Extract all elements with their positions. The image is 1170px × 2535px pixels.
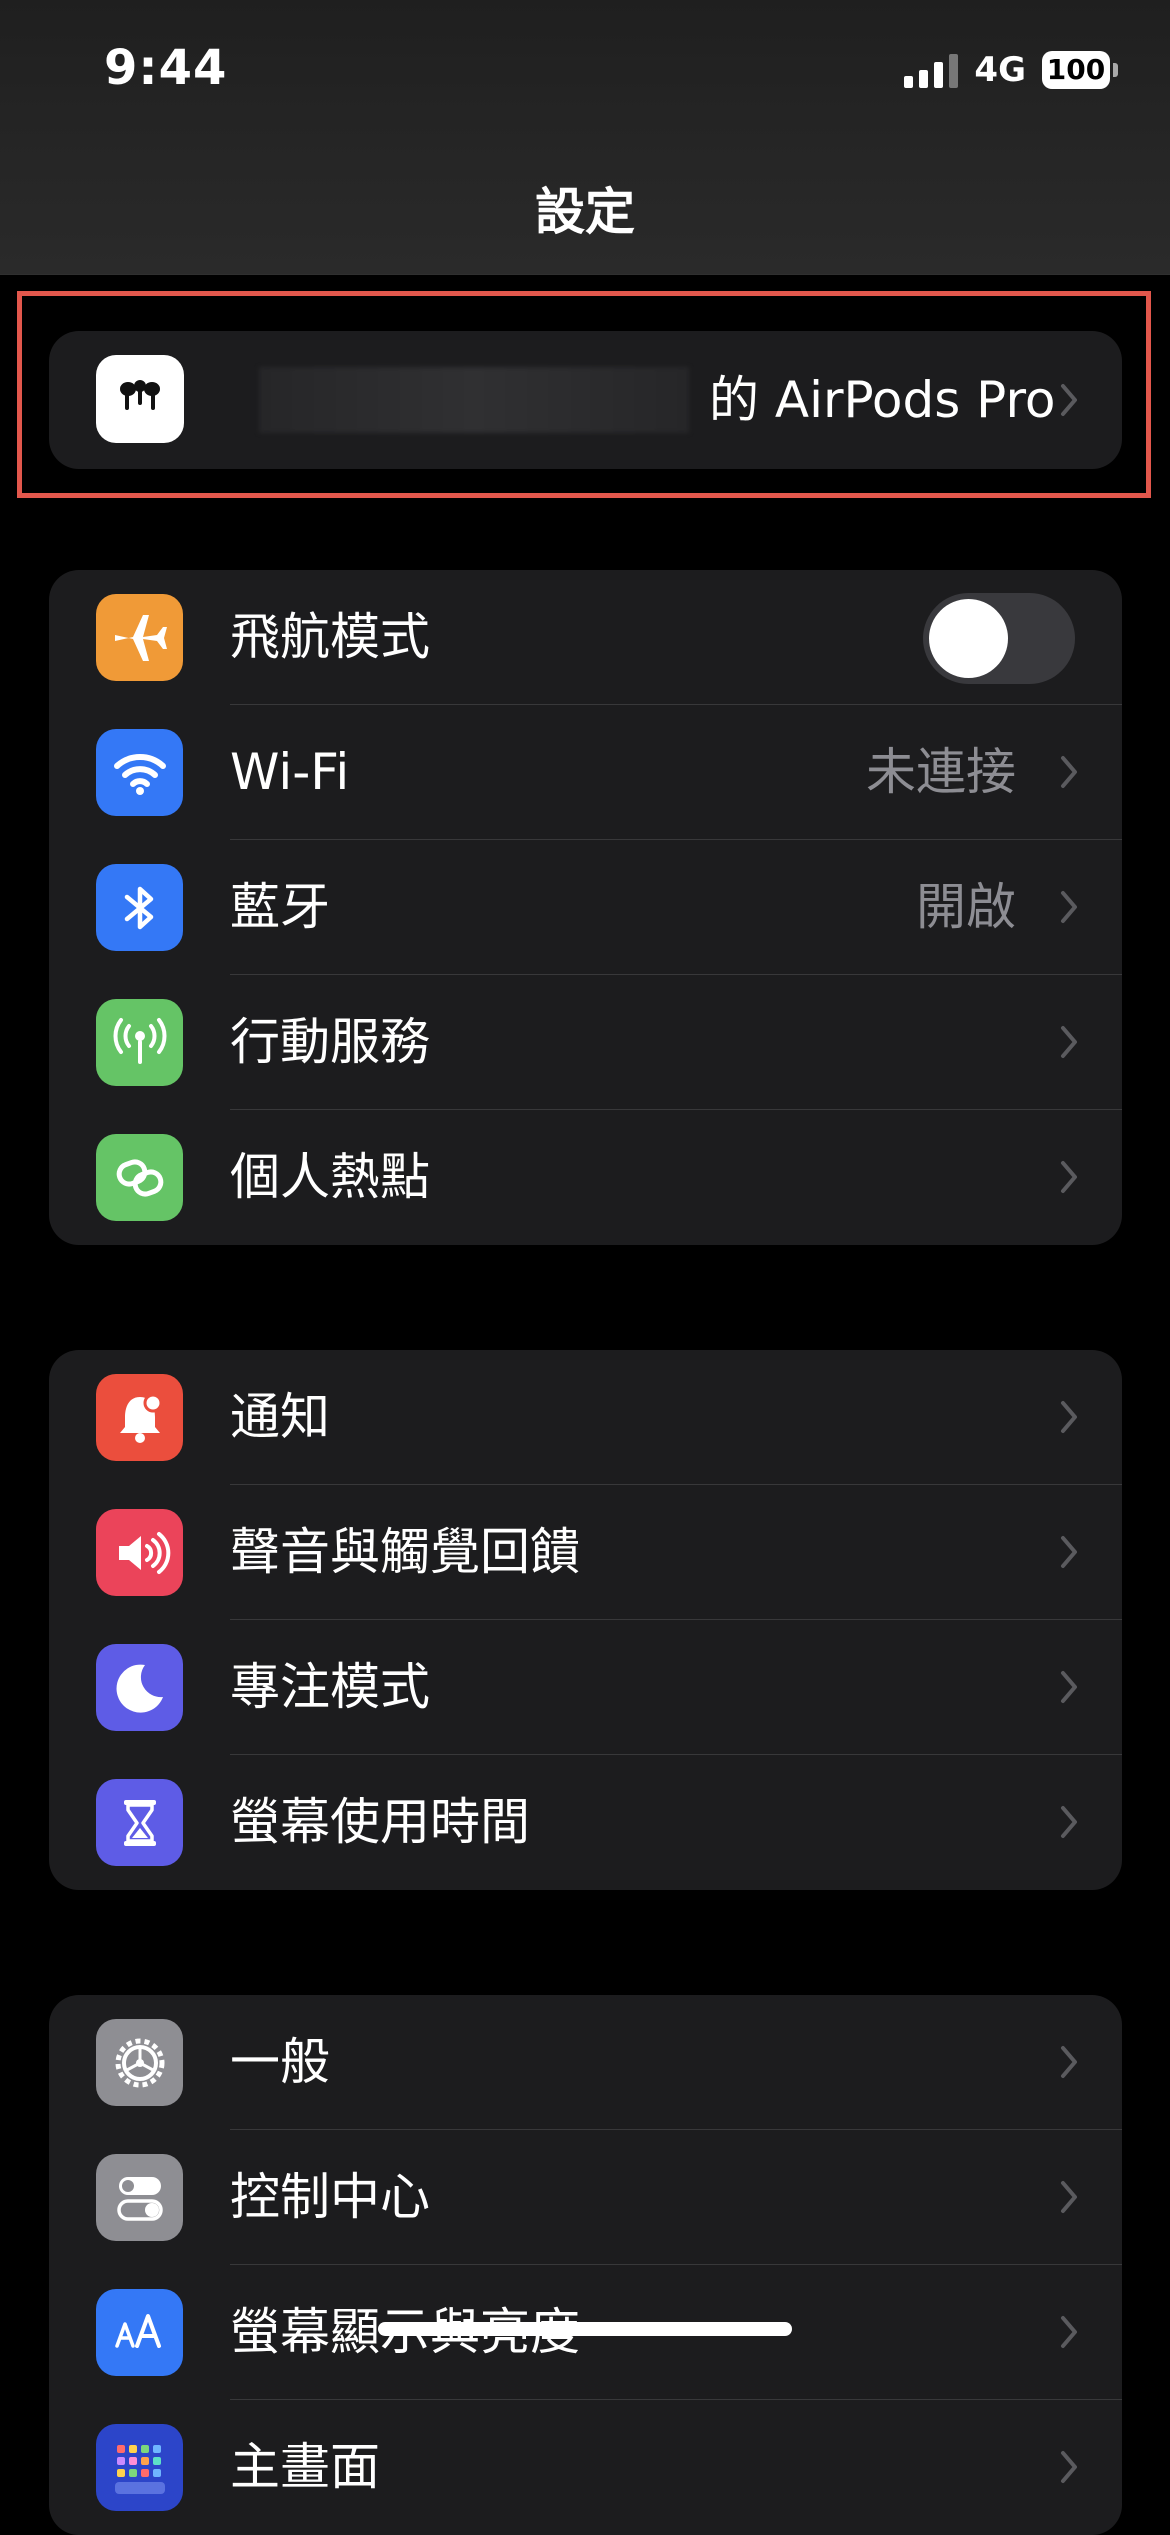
battery-icon: 100 bbox=[1042, 51, 1118, 89]
wifi-icon bbox=[96, 729, 183, 816]
general-group: 一般 控制中心 螢幕顯示與亮度 bbox=[49, 1995, 1122, 2535]
row-home-screen[interactable]: 主畫面 bbox=[49, 2400, 1122, 2535]
chevron-right-icon bbox=[1061, 2181, 1077, 2213]
header: 9:44 4G 100 設定 bbox=[0, 0, 1170, 275]
chevron-right-icon bbox=[1061, 1401, 1077, 1433]
airpods-icon bbox=[96, 355, 184, 443]
sound-icon bbox=[96, 1509, 183, 1596]
chevron-right-icon bbox=[1061, 384, 1077, 416]
airplane-icon bbox=[96, 594, 183, 681]
chevron-right-icon bbox=[1061, 2316, 1077, 2348]
home-indicator[interactable] bbox=[378, 2322, 792, 2336]
row-notifications[interactable]: 通知 bbox=[49, 1350, 1122, 1485]
chevron-right-icon bbox=[1061, 2451, 1077, 2483]
status-time: 9:44 bbox=[104, 40, 228, 96]
airplane-mode-toggle[interactable] bbox=[923, 593, 1075, 684]
row-wifi[interactable]: Wi-Fi 未連接 bbox=[49, 705, 1122, 840]
notifications-group: 通知 聲音與觸覺回饋 專注模式 螢幕使用時間 bbox=[49, 1350, 1122, 1890]
antenna-icon bbox=[96, 999, 183, 1086]
row-label: 主畫面 bbox=[230, 2438, 380, 2496]
row-label: 聲音與觸覺回饋 bbox=[230, 1523, 580, 1581]
bluetooth-icon bbox=[96, 864, 183, 951]
gear-icon bbox=[96, 2019, 183, 2106]
moon-icon bbox=[96, 1644, 183, 1731]
redacted-owner-name bbox=[259, 367, 689, 433]
chevron-right-icon bbox=[1061, 2046, 1077, 2078]
row-label: 通知 bbox=[230, 1388, 330, 1446]
connectivity-group: 飛航模式 Wi-Fi 未連接 藍牙 開啟 行動服務 個人熱點 bbox=[49, 570, 1122, 1245]
row-label: 藍牙 bbox=[230, 878, 330, 936]
row-label: 專注模式 bbox=[230, 1658, 430, 1716]
chevron-right-icon bbox=[1061, 1161, 1077, 1193]
row-control-center[interactable]: 控制中心 bbox=[49, 2130, 1122, 2265]
home-screen-icon bbox=[96, 2424, 183, 2511]
chevron-right-icon bbox=[1061, 1026, 1077, 1058]
network-type: 4G bbox=[974, 50, 1026, 90]
row-label: Wi-Fi bbox=[230, 743, 350, 801]
text-size-icon bbox=[96, 2289, 183, 2376]
airpods-group: 的 AirPods Pro bbox=[49, 331, 1122, 469]
chevron-right-icon bbox=[1061, 1536, 1077, 1568]
chevron-right-icon bbox=[1061, 756, 1077, 788]
notification-icon bbox=[96, 1374, 183, 1461]
row-value: 開啟 bbox=[916, 878, 1016, 936]
page-title: 設定 bbox=[535, 183, 635, 241]
chevron-right-icon bbox=[1061, 1671, 1077, 1703]
row-focus[interactable]: 專注模式 bbox=[49, 1620, 1122, 1755]
row-label: 控制中心 bbox=[230, 2168, 430, 2226]
hourglass-icon bbox=[96, 1779, 183, 1866]
row-bluetooth[interactable]: 藍牙 開啟 bbox=[49, 840, 1122, 975]
row-cellular[interactable]: 行動服務 bbox=[49, 975, 1122, 1110]
row-hotspot[interactable]: 個人熱點 bbox=[49, 1110, 1122, 1245]
signal-icon bbox=[904, 52, 959, 88]
airpods-label: 的 AirPods Pro bbox=[709, 371, 1056, 429]
row-label: 飛航模式 bbox=[230, 608, 430, 666]
airpods-row[interactable]: 的 AirPods Pro bbox=[49, 331, 1122, 469]
row-value: 未連接 bbox=[866, 743, 1016, 801]
row-label: 個人熱點 bbox=[230, 1148, 430, 1206]
row-label: 螢幕使用時間 bbox=[230, 1793, 530, 1851]
chevron-right-icon bbox=[1061, 891, 1077, 923]
row-label: 一般 bbox=[230, 2033, 330, 2091]
row-sounds[interactable]: 聲音與觸覺回饋 bbox=[49, 1485, 1122, 1620]
switches-icon bbox=[96, 2154, 183, 2241]
row-screen-time[interactable]: 螢幕使用時間 bbox=[49, 1755, 1122, 1890]
status-indicators: 4G 100 bbox=[904, 50, 1118, 90]
row-label: 行動服務 bbox=[230, 1013, 430, 1071]
hotspot-icon bbox=[96, 1134, 183, 1221]
chevron-right-icon bbox=[1061, 1806, 1077, 1838]
battery-level: 100 bbox=[1042, 51, 1110, 89]
row-airplane-mode: 飛航模式 bbox=[49, 570, 1122, 705]
row-general[interactable]: 一般 bbox=[49, 1995, 1122, 2130]
